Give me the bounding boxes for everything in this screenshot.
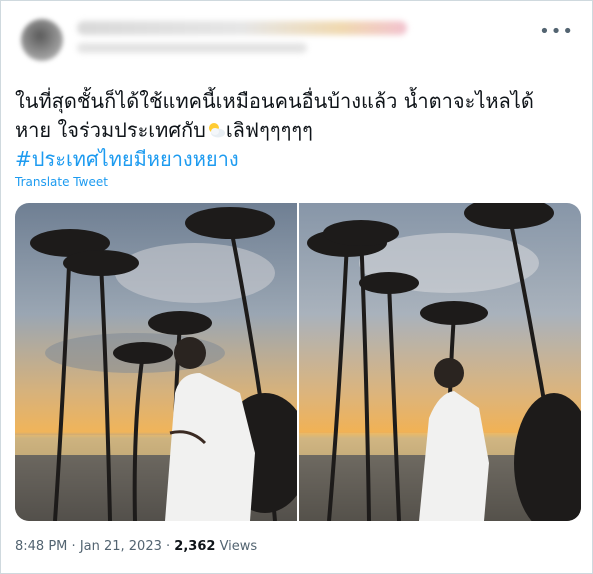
blurred-display-name[interactable] [77,21,407,35]
tweet-text: ในที่สุดชั้นก็ได้ใช้แทคนี้เหมือนคนอื่นบ้… [15,87,585,174]
hashtag-link[interactable]: #ประเทศไทยมีหยางหยาง [15,145,585,174]
blurred-username[interactable] [77,43,307,53]
avatar[interactable] [21,19,63,61]
tweet-card: ••• ในที่สุดชั้นก็ได้ใช้แทคนี้เหมือนคนอื… [0,0,593,574]
tweet-time[interactable]: 8:48 PM [15,539,67,554]
tweet-header: ••• [15,15,580,61]
tweet-text-line-2: หาย ใจร่วมประเทศกับ เลิฟๆๆๆๆๆ [15,116,585,145]
media-grid [15,203,581,521]
photo-right[interactable] [299,203,581,521]
sun-behind-cloud-icon [206,119,226,139]
tweet-text-line-1: ในที่สุดชั้นก็ได้ใช้แทคนี้เหมือนคนอื่นบ้… [15,89,534,113]
tweet-text-line-2-end: เลิฟๆๆๆๆๆ [225,118,313,142]
views-count: 2,362 [174,539,216,554]
more-horizontal-icon[interactable]: ••• [539,21,574,42]
photo-left[interactable] [15,203,297,521]
tweet-date[interactable]: Jan 21, 2023 [80,539,162,554]
tweet-text-line-2-start: หาย ใจร่วมประเทศกับ [15,118,206,142]
meta-separator: · [71,539,76,554]
meta-separator-2: · [166,539,171,554]
translate-tweet-link[interactable]: Translate Tweet [15,175,108,189]
views-label: Views [219,539,258,554]
tweet-meta: 8:48 PM · Jan 21, 2023 · 2,362 Views [15,539,257,554]
